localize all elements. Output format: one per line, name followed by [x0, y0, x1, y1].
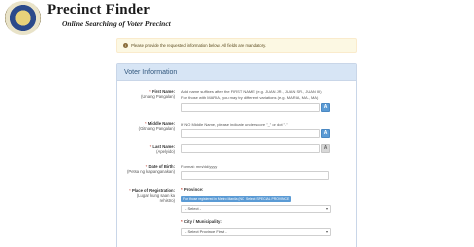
city-select[interactable]: - Select Province First - ▾ [181, 228, 331, 236]
last-name-input[interactable] [181, 144, 320, 153]
ncr-chip-button[interactable]: For those registered in Metro Manila (NC… [181, 196, 251, 202]
page-subtitle: Online Searching of Voter Precinct [62, 19, 171, 28]
city-label: * City / Municipality: [181, 219, 222, 224]
first-name-hint-1: Add name suffixes after the FIRST NAME (… [181, 89, 322, 94]
first-name-keyboard-button[interactable]: A [321, 103, 330, 112]
first-name-input[interactable] [181, 103, 320, 112]
province-label: * Province: [181, 187, 204, 192]
chevron-down-icon: ▾ [325, 206, 328, 211]
first-name-hint-2: For those with MARIA, you may try differ… [181, 95, 319, 100]
panel-title: Voter Information [117, 64, 356, 81]
special-province-chip-button[interactable]: Select SPECIAL PROVINCE [244, 196, 292, 202]
dob-input[interactable] [181, 171, 329, 180]
comelec-seal-logo [5, 1, 41, 35]
chevron-down-icon: ▾ [325, 229, 328, 234]
first-name-label: * First Name: (Unang Pangalan) [141, 89, 175, 99]
middle-name-input[interactable] [181, 129, 320, 138]
province-select[interactable]: - Select - ▾ [181, 205, 331, 213]
page-title: Precinct Finder [47, 2, 151, 18]
middle-name-keyboard-button[interactable]: A [321, 129, 330, 138]
info-icon: ! [123, 43, 128, 49]
header-bar: Precinct Finder Online Searching of Vote… [0, 0, 474, 36]
dob-label: * Date of Birth: (Petsa ng kapanganakan) [127, 164, 175, 174]
place-label: * Place of Registration: (Lugar kung saa… [129, 188, 175, 203]
middle-name-hint: If NO Middle Name, please indicate under… [181, 122, 288, 127]
info-alert: ! Please provide the requested informati… [116, 38, 357, 53]
dob-hint: Format: mm/dd/yyyy [181, 164, 218, 169]
last-name-label: * Last Name: (Apelyido) [149, 144, 175, 154]
middle-name-label: * Middle Name: (Gitnang Pangalan) [138, 121, 175, 131]
alert-text: Please provide the requested information… [131, 43, 267, 48]
last-name-keyboard-button[interactable]: A [321, 144, 330, 153]
